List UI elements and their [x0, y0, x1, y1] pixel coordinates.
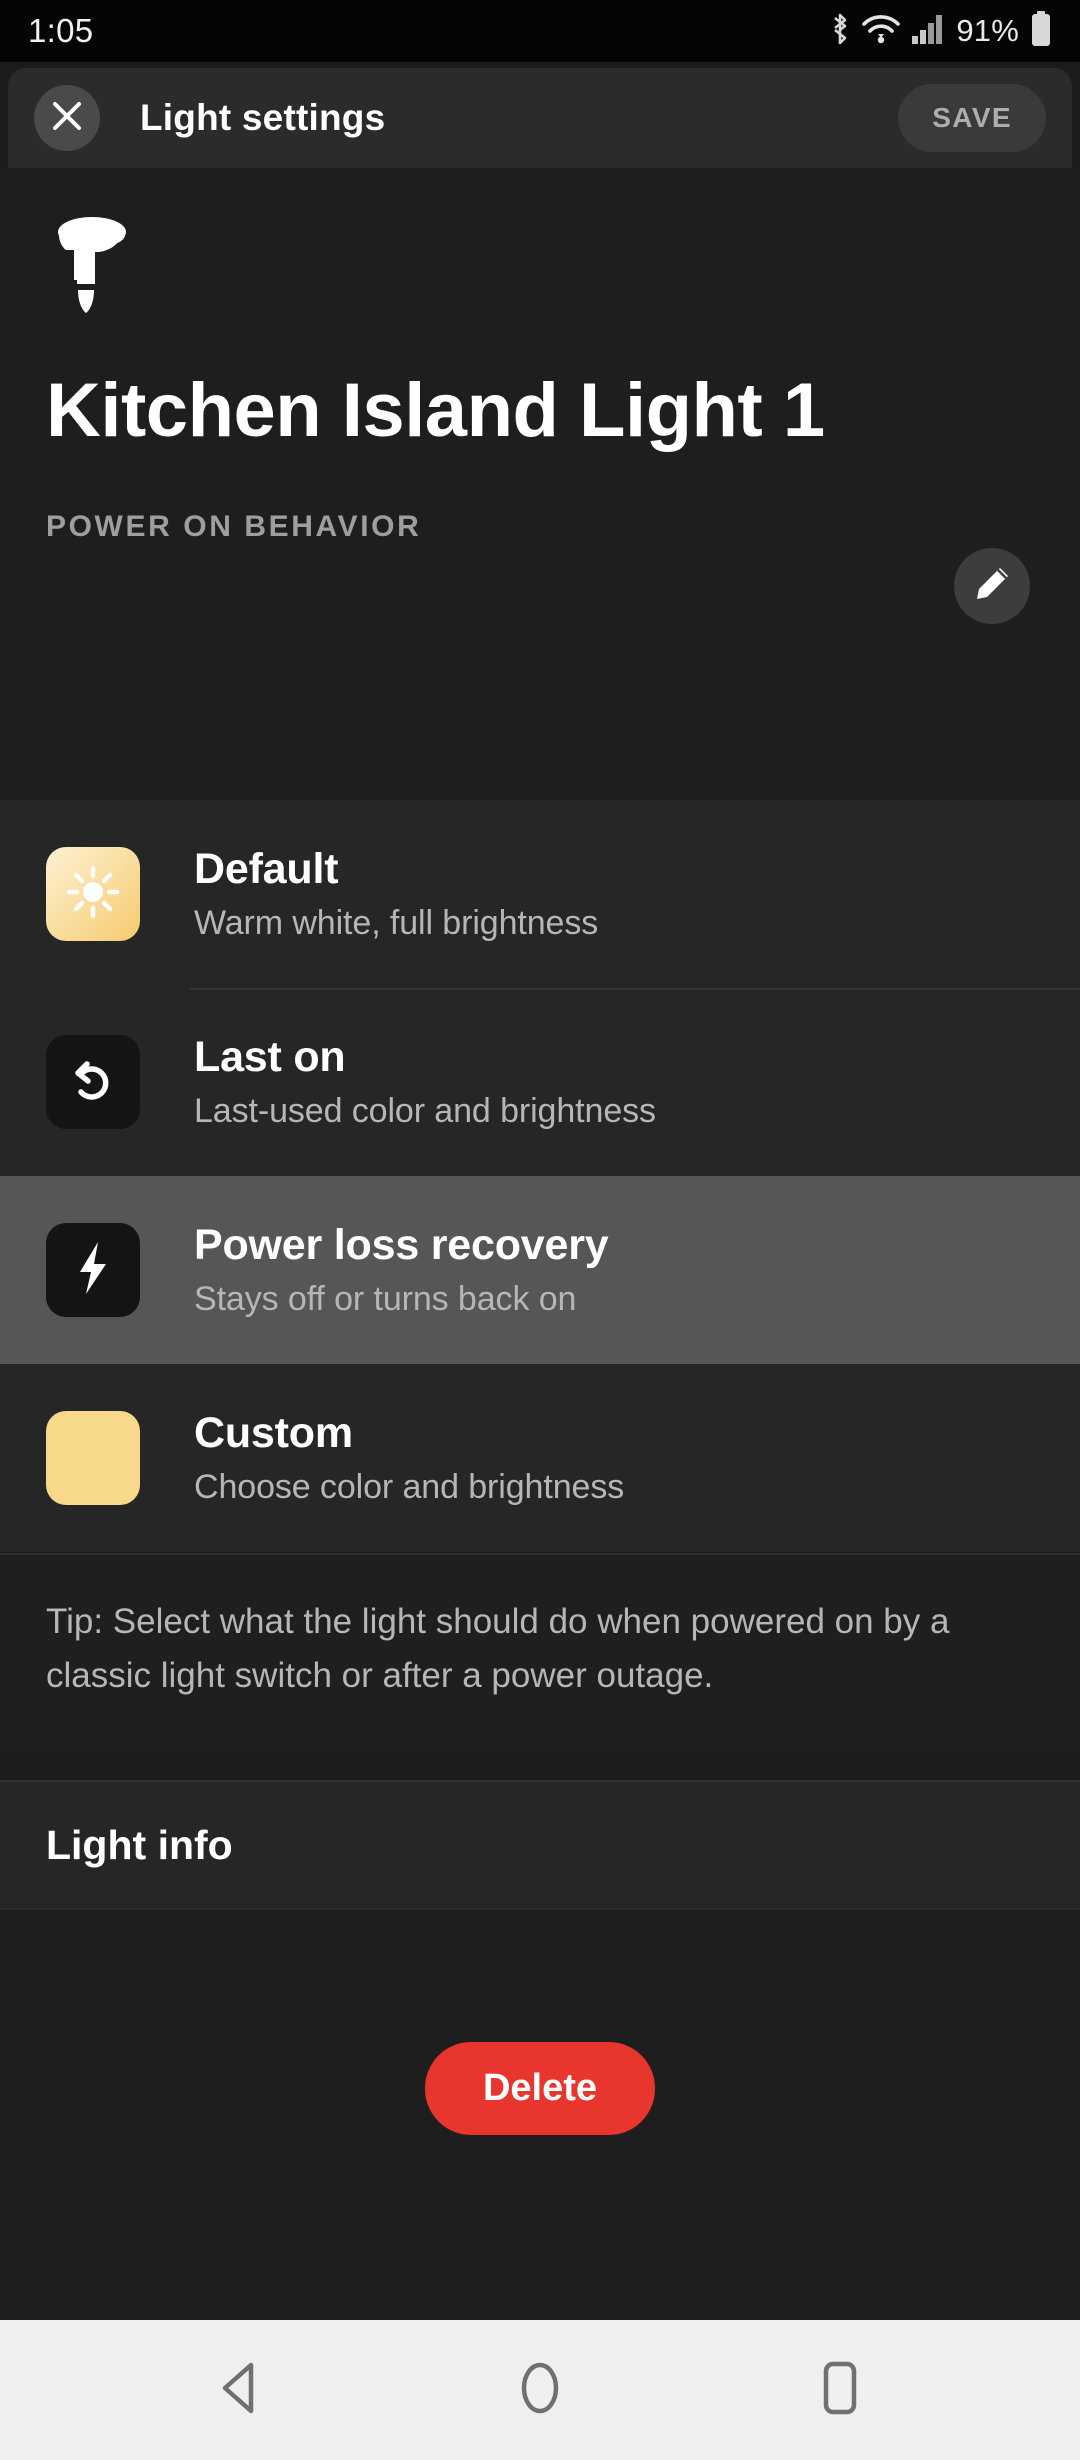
cellular-signal-icon [911, 13, 945, 50]
home-circle-icon [516, 2358, 564, 2423]
default-tile [46, 847, 140, 941]
option-subtitle: Choose color and brightness [194, 1468, 625, 1506]
option-text-last-on: Last on Last-used color and brightness [194, 1033, 656, 1131]
option-title: Power loss recovery [194, 1221, 609, 1269]
option-subtitle: Warm white, full brightness [194, 904, 599, 942]
option-title: Default [194, 845, 339, 893]
status-bar-clock: 1:05 [28, 12, 94, 49]
lightning-bolt-icon [70, 1240, 116, 1301]
light-info-label: Light info [46, 1821, 233, 1868]
close-button[interactable] [34, 85, 100, 151]
row-divider [190, 988, 1080, 990]
footer-section: Delete [0, 1908, 1080, 2298]
device-icon-wrap [46, 214, 1034, 322]
power-on-behavior-list: Default Warm white, full brightness Last… [0, 800, 1080, 1552]
light-info-row[interactable]: Light info [0, 1780, 1080, 1908]
spotlight-bulb-icon [46, 214, 138, 323]
bluetooth-icon [829, 12, 851, 51]
wifi-icon [862, 13, 901, 50]
undo-arrow-icon [67, 1054, 119, 1111]
power-loss-recovery-tile [46, 1223, 140, 1317]
option-row-power-loss-recovery[interactable]: Power loss recovery Stays off or turns b… [0, 1176, 1080, 1364]
last-on-tile [46, 1035, 140, 1129]
page-title: Light settings [140, 97, 386, 138]
custom-tile [46, 1411, 140, 1505]
device-name: Kitchen Island Light 1 [46, 368, 825, 453]
battery-percent-label: 91% [956, 13, 1019, 48]
tip-text: Tip: Select what the light should do whe… [46, 1602, 950, 1695]
option-text-power-loss-recovery: Power loss recovery Stays off or turns b… [194, 1221, 609, 1319]
option-row-last-on[interactable]: Last on Last-used color and brightness [0, 988, 1080, 1176]
edit-name-button[interactable] [954, 548, 1030, 624]
nav-back-button[interactable] [185, 2335, 295, 2445]
option-subtitle: Last-used color and brightness [194, 1092, 656, 1130]
option-title: Last on [194, 1033, 346, 1081]
option-text-custom: Custom Choose color and brightness [194, 1409, 624, 1507]
option-text-default: Default Warm white, full brightness [194, 845, 598, 943]
save-button[interactable]: SAVE [898, 84, 1046, 152]
status-bar: 1:05 91% [0, 0, 1080, 62]
phone-screen: 1:05 91% Light settings SAVE Kitchen Isl… [0, 0, 1080, 2460]
pencil-icon [973, 565, 1011, 608]
nav-home-button[interactable] [485, 2335, 595, 2445]
device-hero: Kitchen Island Light 1 [0, 168, 1080, 800]
option-row-custom[interactable]: Custom Choose color and brightness [0, 1364, 1080, 1552]
close-icon [50, 99, 84, 138]
sun-icon [66, 865, 120, 924]
option-subtitle: Stays off or turns back on [194, 1280, 577, 1318]
option-row-default[interactable]: Default Warm white, full brightness [0, 800, 1080, 988]
footer-filler [0, 2298, 1080, 2320]
android-nav-bar [0, 2320, 1080, 2460]
back-triangle-icon [213, 2359, 267, 2422]
recents-square-icon [817, 2358, 863, 2423]
nav-recents-button[interactable] [785, 2335, 895, 2445]
option-title: Custom [194, 1409, 353, 1457]
status-bar-indicators: 91% [829, 10, 1052, 52]
delete-button[interactable]: Delete [424, 2042, 656, 2135]
power-on-behavior-section-label: POWER ON BEHAVIOR [46, 510, 422, 543]
tip-section: Tip: Select what the light should do whe… [0, 1553, 1080, 1751]
battery-icon [1030, 10, 1052, 52]
app-header: Light settings SAVE [8, 68, 1072, 168]
